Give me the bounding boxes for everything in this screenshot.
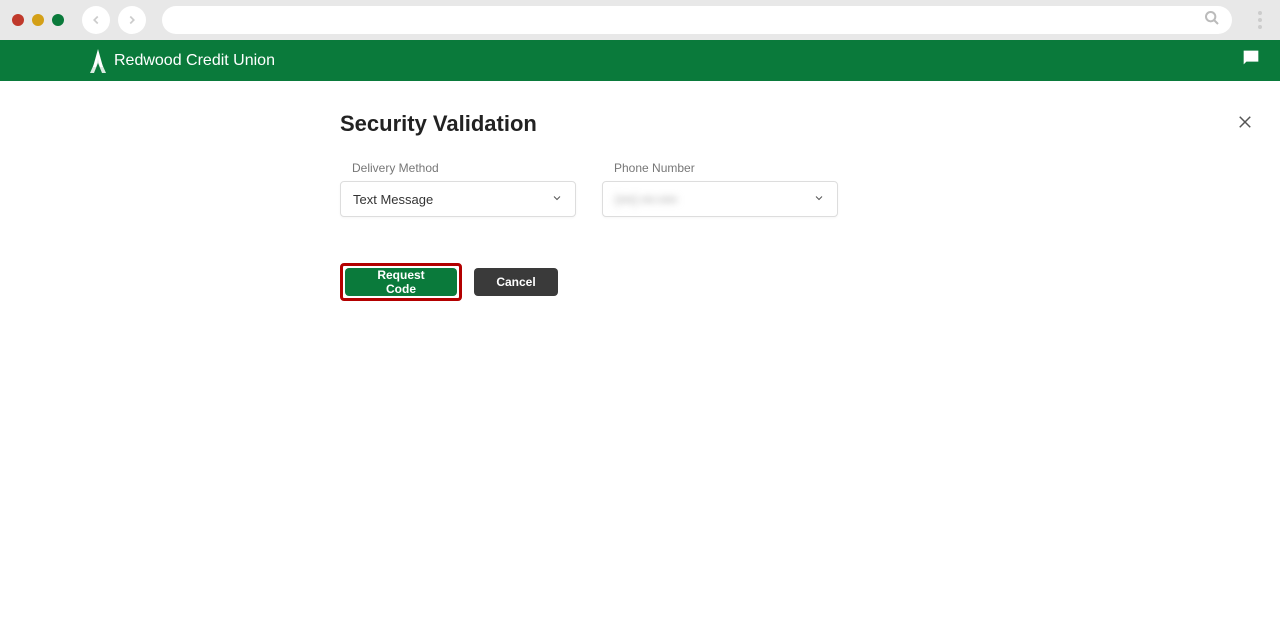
brand: Redwood Credit Union <box>90 49 275 73</box>
delivery-method-select[interactable]: Text Message <box>340 181 576 217</box>
delivery-method-label: Delivery Method <box>352 161 576 175</box>
content-area: Security Validation Delivery Method Text… <box>0 81 1280 301</box>
window-maximize-icon[interactable] <box>52 14 64 26</box>
app-header: Redwood Credit Union <box>0 40 1280 81</box>
menu-button[interactable] <box>1252 11 1268 29</box>
button-row: Request Code Cancel <box>340 263 1280 301</box>
cancel-button[interactable]: Cancel <box>474 268 558 296</box>
page-title: Security Validation <box>340 111 1280 137</box>
form-row: Delivery Method Text Message Phone Numbe… <box>340 161 1280 217</box>
address-bar[interactable] <box>162 6 1232 34</box>
phone-number-group: Phone Number (•••) •••-•••• <box>602 161 838 217</box>
brand-logo-icon <box>90 49 106 73</box>
close-button[interactable] <box>1236 113 1254 136</box>
window-minimize-icon[interactable] <box>32 14 44 26</box>
chevron-down-icon <box>813 192 825 207</box>
request-code-button[interactable]: Request Code <box>345 268 457 296</box>
brand-name: Redwood Credit Union <box>114 52 275 70</box>
window-controls <box>12 14 64 26</box>
chat-icon[interactable] <box>1240 47 1262 74</box>
phone-number-value: (•••) •••-•••• <box>615 192 677 207</box>
search-icon <box>1204 10 1220 31</box>
back-button[interactable] <box>82 6 110 34</box>
phone-number-label: Phone Number <box>614 161 838 175</box>
highlight-annotation: Request Code <box>340 263 462 301</box>
chevron-down-icon <box>551 192 563 207</box>
browser-chrome <box>0 0 1280 40</box>
delivery-method-group: Delivery Method Text Message <box>340 161 576 217</box>
window-close-icon[interactable] <box>12 14 24 26</box>
forward-button[interactable] <box>118 6 146 34</box>
phone-number-select[interactable]: (•••) •••-•••• <box>602 181 838 217</box>
delivery-method-value: Text Message <box>353 192 433 207</box>
